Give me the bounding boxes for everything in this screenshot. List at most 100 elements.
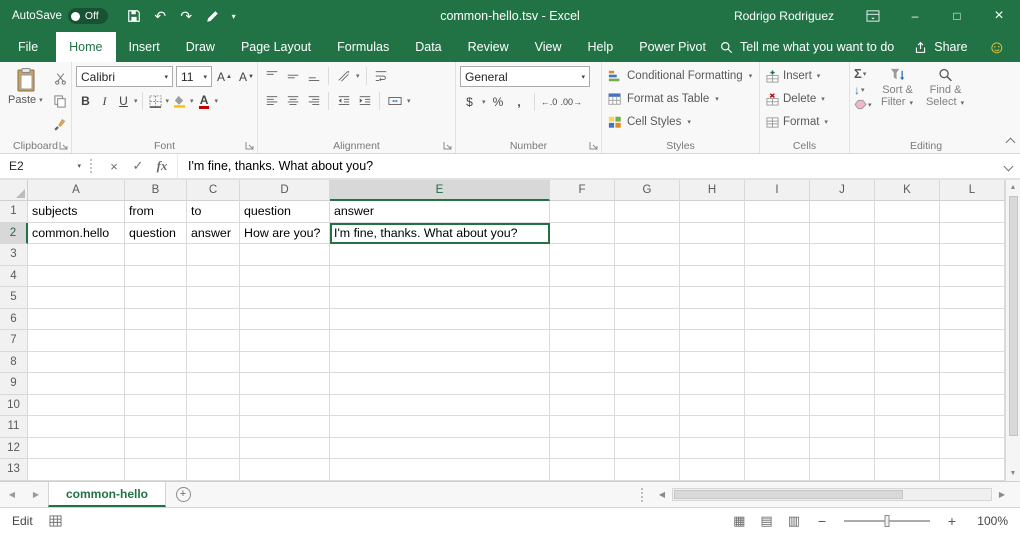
cell-L1[interactable] [940,201,1005,223]
cell-L12[interactable] [940,438,1005,460]
ribbon-tab-file[interactable]: File [0,32,56,62]
cell-A3[interactable] [28,244,125,266]
fill-button[interactable]: ↓▾ [854,83,873,97]
cell-D4[interactable] [240,266,330,288]
cancel-entry-button[interactable]: × [104,155,124,177]
align-left-button[interactable] [262,91,281,111]
cell-D6[interactable] [240,309,330,331]
feedback-smiley-button[interactable]: ☺ [988,38,1006,56]
cell-H10[interactable] [680,395,745,417]
cell-B10[interactable] [125,395,187,417]
cell-E1[interactable]: answer [330,201,550,223]
cell-E6[interactable] [330,309,550,331]
format-cells-button[interactable]: Format▾ [764,112,831,132]
cell-C1[interactable]: to [187,201,240,223]
collapse-ribbon-button[interactable] [1007,135,1014,149]
cell-I13[interactable] [745,459,810,481]
cell-A9[interactable] [28,373,125,395]
cell-I4[interactable] [745,266,810,288]
cell-A2[interactable]: common.hello [28,223,125,245]
cell-K11[interactable] [875,416,940,438]
autosum-button[interactable]: Σ▾ [854,66,873,81]
merge-center-button[interactable] [385,91,404,111]
borders-button[interactable] [146,91,165,111]
font-dialog-launcher[interactable] [244,140,255,151]
cell-H5[interactable] [680,287,745,309]
cell-E9[interactable] [330,373,550,395]
cell-B13[interactable] [125,459,187,481]
cell-G13[interactable] [615,459,680,481]
cell-G12[interactable] [615,438,680,460]
cell-F7[interactable] [550,330,615,352]
cell-G2[interactable] [615,223,680,245]
decrease-decimal-button[interactable]: .00→ [561,92,583,112]
cell-B4[interactable] [125,266,187,288]
cell-F8[interactable] [550,352,615,374]
undo-button[interactable]: ↶ [148,3,173,29]
percent-style-button[interactable]: % [489,92,508,112]
cell-A12[interactable] [28,438,125,460]
cell-I11[interactable] [745,416,810,438]
cell-G4[interactable] [615,266,680,288]
cell-E4[interactable] [330,266,550,288]
cell-G7[interactable] [615,330,680,352]
cell-G6[interactable] [615,309,680,331]
cell-F9[interactable] [550,373,615,395]
column-header-C[interactable]: C [187,180,240,201]
row-header-9[interactable]: 9 [0,373,28,395]
cell-K4[interactable] [875,266,940,288]
cell-F6[interactable] [550,309,615,331]
column-header-G[interactable]: G [615,180,680,201]
cell-D9[interactable] [240,373,330,395]
share-button[interactable]: Share [914,40,967,54]
cell-D12[interactable] [240,438,330,460]
cell-L3[interactable] [940,244,1005,266]
cell-F10[interactable] [550,395,615,417]
cell-B1[interactable]: from [125,201,187,223]
row-header-12[interactable]: 12 [0,438,28,460]
italic-button[interactable]: I [95,91,114,111]
ribbon-tab-power-pivot[interactable]: Power Pivot [626,32,719,62]
autosave-switch[interactable]: Off [68,8,108,24]
orientation-button[interactable] [334,66,353,86]
cell-A4[interactable] [28,266,125,288]
scroll-down-button[interactable]: ▼ [1006,466,1020,481]
ribbon-display-options-button[interactable] [852,0,894,32]
ribbon-tab-formulas[interactable]: Formulas [324,32,402,62]
ribbon-tab-page-layout[interactable]: Page Layout [228,32,324,62]
formula-input[interactable]: I'm fine, thanks. What about you? [177,154,996,178]
zoom-percentage[interactable]: 100% [974,514,1008,528]
cell-E8[interactable] [330,352,550,374]
enter-entry-button[interactable]: ✓ [128,155,148,177]
column-header-L[interactable]: L [940,180,1005,201]
cell-B8[interactable] [125,352,187,374]
cell-C2[interactable]: answer [187,223,240,245]
cell-H13[interactable] [680,459,745,481]
underline-button[interactable]: U [114,91,133,111]
sheet-nav-left-button[interactable]: ◀ [0,482,24,507]
cell-J10[interactable] [810,395,875,417]
cell-B9[interactable] [125,373,187,395]
comma-style-button[interactable]: , [510,92,529,112]
sheet-tab-common-hello[interactable]: common-hello [48,482,166,507]
cell-H9[interactable] [680,373,745,395]
row-header-1[interactable]: 1 [0,201,28,223]
row-header-3[interactable]: 3 [0,244,28,266]
align-center-button[interactable] [283,91,302,111]
cell-F4[interactable] [550,266,615,288]
cell-B5[interactable] [125,287,187,309]
select-all-corner[interactable] [0,180,28,201]
cell-I2[interactable] [745,223,810,245]
scroll-left-button[interactable]: ◀ [654,490,670,499]
row-header-5[interactable]: 5 [0,287,28,309]
cell-G9[interactable] [615,373,680,395]
alignment-dialog-launcher[interactable] [442,140,453,151]
row-header-10[interactable]: 10 [0,395,28,417]
cell-L10[interactable] [940,395,1005,417]
cell-C8[interactable] [187,352,240,374]
cell-K6[interactable] [875,309,940,331]
cell-C6[interactable] [187,309,240,331]
increase-decimal-button[interactable]: ←.0 [540,92,559,112]
column-header-A[interactable]: A [28,180,125,201]
cell-L6[interactable] [940,309,1005,331]
